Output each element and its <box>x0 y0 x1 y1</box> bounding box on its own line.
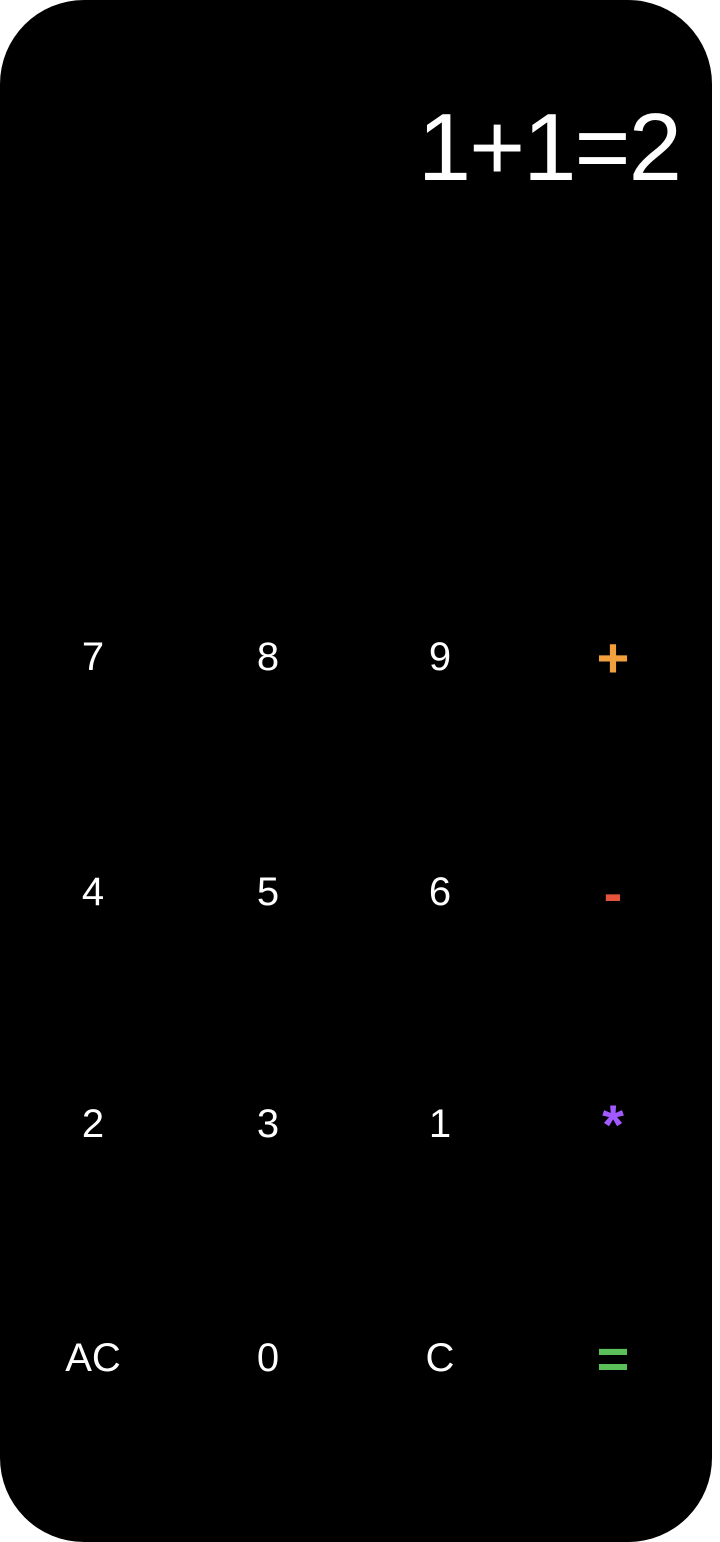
key-6[interactable]: 6 <box>380 832 500 952</box>
key-9[interactable]: 9 <box>380 597 500 717</box>
key-4[interactable]: 4 <box>33 832 153 952</box>
key-0[interactable]: 0 <box>208 1298 328 1418</box>
screen-edge <box>712 0 720 1542</box>
key-plus[interactable]: + <box>553 597 673 717</box>
key-minus[interactable]: - <box>553 832 673 952</box>
key-8[interactable]: 8 <box>208 597 328 717</box>
key-clear[interactable]: C <box>380 1298 500 1418</box>
key-equals[interactable]: = <box>553 1298 673 1418</box>
key-multiply[interactable]: * <box>553 1064 673 1184</box>
key-5[interactable]: 5 <box>208 832 328 952</box>
key-2[interactable]: 2 <box>33 1064 153 1184</box>
calculator-screen: 1+1=2 7 8 9 + 4 5 6 - 2 3 1 * AC 0 C = <box>0 0 712 1542</box>
key-all-clear[interactable]: AC <box>33 1298 153 1418</box>
key-1[interactable]: 1 <box>380 1064 500 1184</box>
result-display: 1+1=2 <box>417 94 682 201</box>
key-7[interactable]: 7 <box>33 597 153 717</box>
key-3[interactable]: 3 <box>208 1064 328 1184</box>
